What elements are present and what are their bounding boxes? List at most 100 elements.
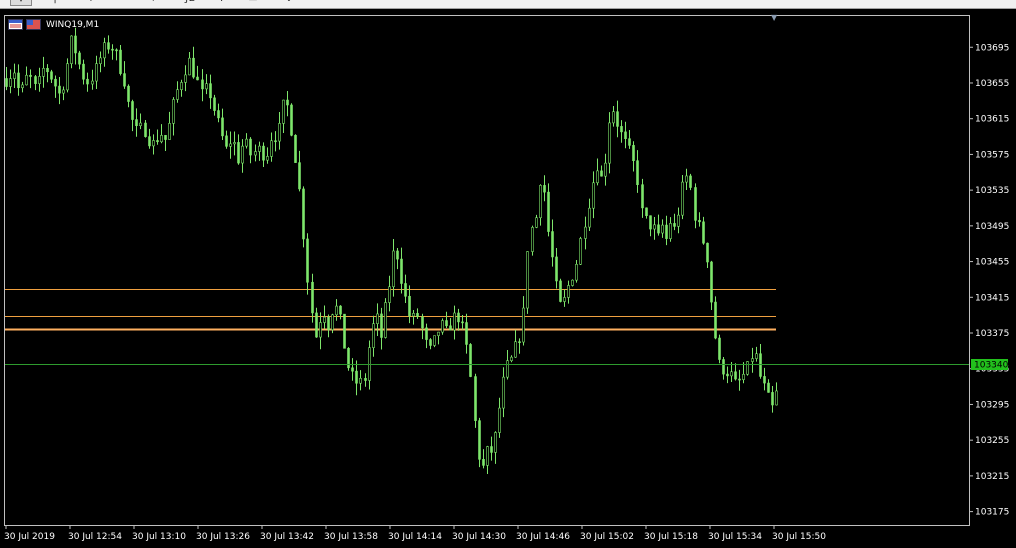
candle-body [498,407,501,433]
candle-body [205,83,208,90]
candle-body [555,256,558,282]
candle-body [9,78,12,87]
candle-body [86,78,89,85]
candle-body [698,220,701,223]
time-label: 30 Jul 13:26 [196,532,250,542]
candle-body [221,117,224,137]
price-label: 103175 [975,508,1009,518]
current-price-tag: 103340 [971,359,1009,371]
candle-body [771,392,774,406]
candle-body [290,104,293,136]
candle-body [641,184,644,209]
candle-body [746,361,749,375]
candle-body [539,185,542,219]
candle-body [343,313,346,349]
candle-body [547,191,550,232]
candle-body [543,185,546,193]
candle-body [425,327,428,340]
candle-body [592,182,595,209]
candle-body [160,135,163,143]
time-label: 30 Jul 15:34 [708,532,762,542]
chart-shift-marker[interactable]: ▼ [771,13,778,22]
time-label: 30 Jul 13:10 [132,532,186,542]
time-label: 30 Jul 12:54 [68,532,122,542]
candle-body [506,360,509,378]
candle-body [351,367,354,372]
candle-body [445,320,448,327]
candle-body [274,140,277,143]
candle-body [139,122,142,126]
candle-body [294,134,297,163]
candle-body [694,187,697,221]
candle-body [474,376,477,421]
candle-body [302,188,305,240]
candle-body [241,145,244,164]
candle-body [490,446,493,453]
candle-body [608,122,611,164]
candle-body [359,378,362,384]
candle-body [486,446,489,466]
candle-body [575,263,578,281]
candle-body [172,99,175,124]
price-chart[interactable]: 103695 103655 103615 103575 103535 103495 1034… [0,0,1016,548]
candle-body [21,84,24,89]
candle-body [616,111,619,127]
chart-window[interactable]: ▾ | + ⟋ ƒE F ▭ ⌄ 10369510365510361510357… [0,0,1016,548]
candle-body [661,224,664,234]
candle-body [82,63,85,80]
candle-body [636,160,639,185]
price-label: 103695 [975,43,1009,53]
candle-body [131,101,134,120]
candle-body [751,358,754,362]
candle-body [233,142,236,145]
candle-body [262,145,265,161]
candle-body [270,140,273,157]
candle-body [645,207,648,216]
candle-body [25,74,28,86]
candle-body [677,214,680,227]
candle-body [217,110,220,119]
candle-body [258,145,261,152]
candle-body [229,143,232,147]
candle-body [429,339,432,346]
time-label: 30 Jul 15:50 [772,532,826,542]
candle-body [245,138,248,147]
candle-body [685,175,688,183]
candle-body [730,371,733,377]
candle-body [99,57,102,64]
candle-body [579,238,582,265]
candle-body [180,82,183,90]
candle-body [192,57,195,78]
candle-body [526,251,529,309]
candle-body [54,78,57,87]
candle-body [127,85,130,102]
candle-body [392,250,395,288]
candle-body [408,295,411,317]
time-axis: 30 Jul 2019 30 Jul 12:54 30 Jul 13:10 30 Ju… [4,525,826,542]
candle-body [196,76,199,81]
candle-body [164,135,167,140]
candle-body [225,135,228,147]
candle-body [567,285,570,298]
candle-body [522,307,525,343]
candle-body [327,316,330,331]
time-label: 30 Jul 15:02 [580,532,634,542]
price-label: 103375 [975,329,1009,339]
candle-body [339,305,342,315]
candle-body [416,313,419,318]
candle-body [494,432,497,453]
candle-body [184,74,187,83]
candle-body [726,373,729,377]
candle-body [62,89,65,94]
candle-body [482,459,485,466]
candle-body [531,227,534,252]
candle-body [437,331,440,336]
candle-body [775,390,778,406]
candle-body [600,170,603,177]
candle-body [604,162,607,177]
candle-body [722,359,725,375]
candle-body [144,122,147,137]
candle-body [355,370,358,384]
candle-body [710,261,713,303]
candle-body [628,138,631,146]
